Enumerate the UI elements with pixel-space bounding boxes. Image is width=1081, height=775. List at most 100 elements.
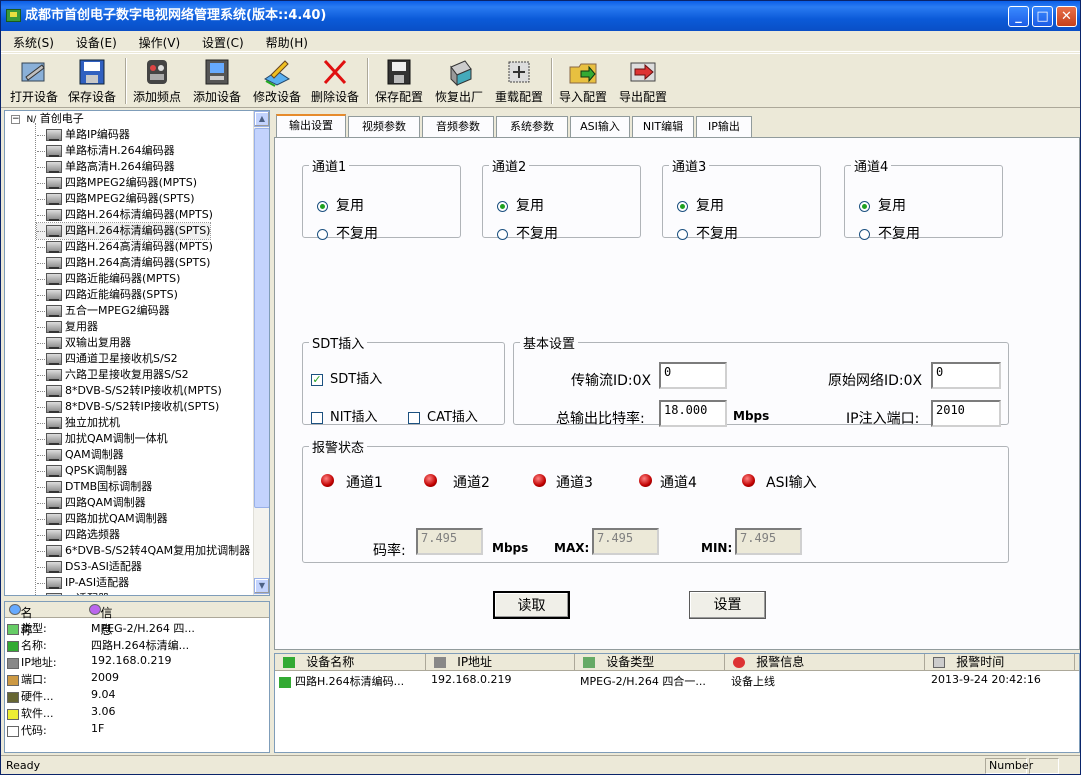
network-id-input[interactable]: 0 [931,362,1001,389]
add-device-button[interactable]: 添加设备 [189,57,245,107]
tree-item[interactable]: 四路MPEG2编码器(MPTS) [37,175,197,191]
close-button[interactable]: ✕ [1056,6,1077,27]
channel-4-nomux-radio[interactable]: 不复用 [859,223,920,243]
tree-item[interactable]: 独立加扰机 [37,415,120,431]
device-icon [46,161,62,173]
tree-item[interactable]: 四路近能编码器(MPTS) [37,271,180,287]
prop-icon [7,691,19,703]
props-col-info[interactable]: 信息 [89,603,112,637]
tree-root[interactable]: − N/ 首创电子 [11,111,84,127]
channel-3-nomux-radio[interactable]: 不复用 [677,223,738,243]
tree-item[interactable]: 8*DVB-S/S2转IP接收机(MPTS) [37,383,222,399]
tree-item[interactable]: 四路近能编码器(SPTS) [37,287,178,303]
list-item[interactable]: 四路H.264标清编码... [279,673,425,689]
open-device-button[interactable]: 打开设备 [7,57,61,107]
device-alarm-list[interactable]: 设备名称 IP地址 设备类型 报警信息 报警时间 四路H.264标清编码... … [274,653,1080,753]
tree-item[interactable]: 四路H.264标清编码器(MPTS) [37,207,213,223]
menu-device[interactable]: 设备(E) [70,31,123,51]
save-config-button[interactable]: 保存配置 [371,57,427,107]
tree-item[interactable]: QAM调制器 [37,447,124,463]
col-alarm-info[interactable]: 报警信息 [725,654,925,671]
tree-item[interactable]: QPSK调制器 [37,463,128,479]
tab-output-settings[interactable]: 输出设置 [276,114,346,138]
col-device-name[interactable]: 设备名称 [275,654,426,671]
ip-port-input[interactable]: 2010 [931,400,1001,427]
list-header: 设备名称 IP地址 设备类型 报警信息 报警时间 [275,654,1079,671]
add-frequency-button[interactable]: 添加频点 [129,57,185,107]
scroll-up-button[interactable]: ▲ [254,111,269,127]
export-config-button[interactable]: 导出配置 [615,57,671,107]
read-button[interactable]: 读取 [493,591,570,619]
tree-item[interactable]: DS3-ASI适配器 [37,559,142,575]
tab-video-params[interactable]: 视频参数 [348,116,420,137]
tab-asi-input[interactable]: ASI输入 [570,116,630,137]
channel-4-mux-radio[interactable]: 复用 [859,195,906,215]
tree-item[interactable]: 6*DVB-S/S2转4QAM复用加扰调制器 [37,543,250,559]
minimize-button[interactable]: _ [1008,6,1029,27]
tree-item[interactable]: 复用器 [37,319,98,335]
tree-item[interactable]: 8*DVB-S/S2转IP接收机(SPTS) [37,399,219,415]
channel-3-mux-radio[interactable]: 复用 [677,195,724,215]
ts-id-input[interactable]: 0 [659,362,727,389]
tree-item[interactable]: 双输出复用器 [37,335,131,351]
menu-settings[interactable]: 设置(C) [196,31,250,51]
reload-config-button[interactable]: 重载配置 [491,57,547,107]
tree-item[interactable]: 四路H.264高清编码器(SPTS) [37,255,210,271]
tree-item[interactable]: DTMB国标调制器 [37,479,152,495]
cat-insert-checkbox[interactable]: CAT插入 [408,406,478,425]
tree-item[interactable]: 四路H.264标清编码器(SPTS) [35,222,212,240]
scroll-thumb[interactable] [254,128,269,508]
col-device-type[interactable]: 设备类型 [575,654,725,671]
tree-item[interactable]: 四路MPEG2编码器(SPTS) [37,191,195,207]
bitrate-label: 总输出比特率: [556,411,645,427]
max-input: 7.495 [592,528,659,555]
channel-1-mux-radio[interactable]: 复用 [317,195,364,215]
menu-operation[interactable]: 操作(V) [133,31,187,51]
channel-2-mux-radio[interactable]: 复用 [497,195,544,215]
import-config-button[interactable]: 导入配置 [555,57,611,107]
tree-item[interactable]: 四路选频器 [37,527,120,543]
tree-scrollbar[interactable]: ▲ ▼ [253,111,269,595]
col-alarm-time[interactable]: 报警时间 [925,654,1075,671]
tree-item[interactable]: 加扰QAM调制一体机 [37,431,168,447]
device-icon [46,593,62,595]
tab-nit-edit[interactable]: NIT编辑 [632,116,694,137]
tab-system-params[interactable]: 系统参数 [496,116,568,137]
sdt-insert-checkbox[interactable]: ✓ SDT插入 [311,368,382,387]
device-icon [46,273,62,285]
tree-item[interactable]: 四路加扰QAM调制器 [37,511,168,527]
tree-item[interactable]: IP-ASI适配器 [37,575,129,591]
device-tree[interactable]: − N/ 首创电子 单路IP编码器 单路标清H.264编码器 单路高清H.264编码… [4,110,270,596]
tab-audio-params[interactable]: 音频参数 [422,116,494,137]
device-icon [46,145,62,157]
tab-ip-output[interactable]: IP输出 [696,116,752,137]
col-ip-address[interactable]: IP地址 [426,654,575,671]
device-icon [46,561,62,573]
tree-item[interactable]: 五合一MPEG2编码器 [37,303,170,319]
tree-item[interactable]: 六路卫星接收复用器S/S2 [37,367,189,383]
collapse-icon[interactable]: − [11,114,20,124]
tree-item[interactable]: …适配器 [37,591,109,595]
tree-item[interactable]: 四路QAM调制器 [37,495,146,511]
menu-help[interactable]: 帮助(H) [260,31,314,51]
tree-item[interactable]: 单路标清H.264编码器 [37,143,175,159]
tree-item[interactable]: 四路H.264高清编码器(MPTS) [37,239,213,255]
menu-system[interactable]: 系统(S) [7,31,60,51]
tree-item[interactable]: 四通道卫星接收机S/S2 [37,351,178,367]
edit-device-button[interactable]: 修改设备 [249,57,305,107]
maximize-button[interactable]: □ [1032,6,1053,27]
set-button[interactable]: 设置 [689,591,766,619]
delete-device-button[interactable]: 删除设备 [307,57,363,107]
tree-item[interactable]: 单路高清H.264编码器 [37,159,175,175]
factory-reset-button[interactable]: 恢复出厂 [431,57,487,107]
bitrate-input[interactable]: 18.000 [659,400,727,427]
device-icon [46,193,62,205]
channel-1-nomux-radio[interactable]: 不复用 [317,223,378,243]
scroll-down-button[interactable]: ▼ [254,578,269,594]
props-col-name[interactable]: 名称 [9,603,32,637]
channel-2-nomux-radio[interactable]: 不复用 [497,223,558,243]
nit-insert-checkbox[interactable]: NIT插入 [311,406,378,425]
tree-item[interactable]: 单路IP编码器 [37,127,130,143]
prop-icon [7,674,19,686]
save-device-button[interactable]: 保存设备 [65,57,119,107]
